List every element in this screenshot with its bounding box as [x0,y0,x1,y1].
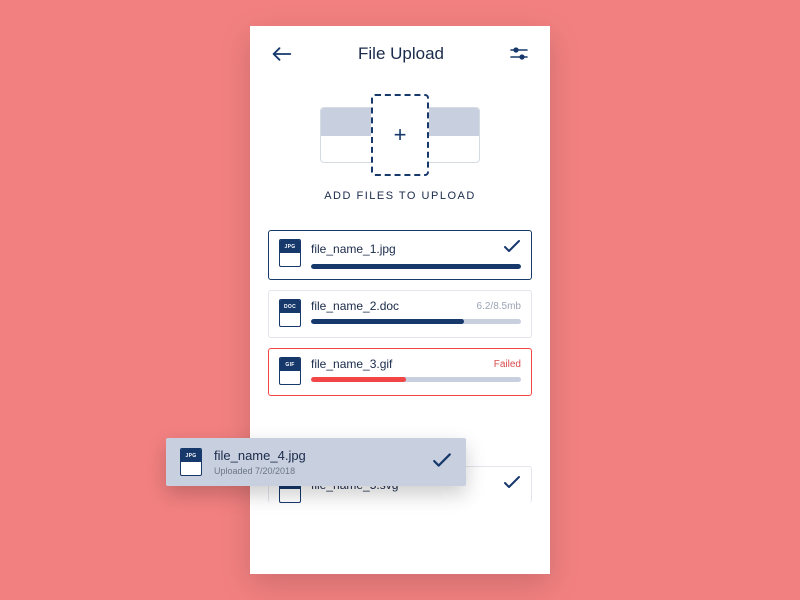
file-name: file_name_3.gif [311,357,392,371]
file-item[interactable]: GIF file_name_3.gif Failed [268,348,532,396]
progress-bar [311,319,521,324]
file-name: file_name_2.doc [311,299,399,313]
progress-bar [311,377,521,382]
file-type-icon: GIF [279,357,301,385]
file-body: file_name_2.doc 6.2/8.5mb [311,299,521,324]
file-type-icon: DOC [279,299,301,327]
file-ext: GIF [285,362,294,368]
file-type-icon: JPG [279,239,301,267]
back-arrow-icon[interactable] [272,46,292,62]
dropzone-label: ADD FILES TO UPLOAD [324,190,476,202]
file-item-hover[interactable]: JPG file_name_4.jpg Uploaded 7/20/2018 [166,438,466,486]
plus-icon: + [394,122,407,148]
file-item[interactable]: JPG file_name_1.jpg [268,230,532,280]
check-icon [432,452,452,473]
file-body: file_name_4.jpg Uploaded 7/20/2018 [214,448,420,476]
page-title: File Upload [358,44,444,64]
dropzone: + [320,94,480,176]
file-body: file_name_3.gif Failed [311,357,521,382]
check-icon [503,475,521,494]
file-ext: JPG [186,453,197,459]
add-file-button[interactable]: + [371,94,429,176]
file-name: file_name_4.jpg [214,448,420,463]
file-item[interactable]: DOC file_name_2.doc 6.2/8.5mb [268,290,532,338]
progress-bar [311,264,521,269]
file-size: 6.2/8.5mb [477,301,521,312]
file-body: file_name_1.jpg [311,239,521,269]
file-uploaded-date: Uploaded 7/20/2018 [214,466,420,476]
header: File Upload [250,26,550,74]
file-status: Failed [494,359,521,370]
file-ext: JPG [285,244,296,250]
file-ext: DOC [284,304,296,310]
dropzone-area: + ADD FILES TO UPLOAD [250,94,550,202]
file-type-icon: JPG [180,448,202,476]
filter-icon[interactable] [510,47,528,61]
file-name: file_name_1.jpg [311,242,396,256]
upload-screen: File Upload + ADD FILES TO UPLOAD JPG fi… [250,26,550,574]
check-icon [503,239,521,258]
